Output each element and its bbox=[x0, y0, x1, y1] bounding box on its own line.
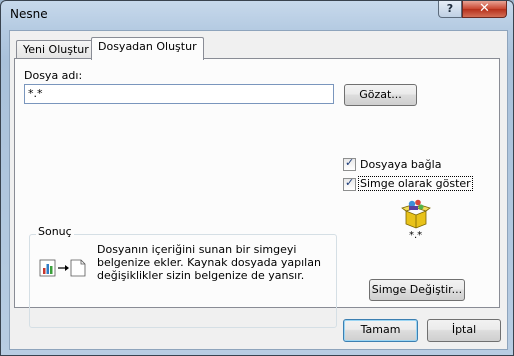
change-icon-button[interactable]: Simge Değiştir... bbox=[369, 279, 465, 301]
icon-caption: *.* bbox=[409, 230, 423, 241]
tab-create-from-file[interactable]: Dosyadan Oluştur bbox=[91, 37, 204, 60]
link-diagram-icon bbox=[39, 259, 86, 277]
filename-input[interactable]: *.* bbox=[24, 84, 334, 104]
display-as-icon-label[interactable]: Simge olarak göster bbox=[358, 176, 473, 191]
browse-button[interactable]: Gözat... bbox=[344, 84, 417, 106]
dialog-client-area: Yeni Oluştur Dosyadan Oluştur Dosya adı:… bbox=[9, 30, 508, 350]
result-description: Dosyanın içeriğini sunan bir simgeyi bel… bbox=[97, 243, 321, 282]
filename-label: Dosya adı: bbox=[24, 69, 83, 82]
result-title: Sonuç bbox=[36, 225, 74, 238]
display-as-icon-checkbox[interactable] bbox=[343, 176, 356, 191]
tab-create-new[interactable]: Yeni Oluştur bbox=[16, 40, 96, 60]
link-checkbox[interactable] bbox=[343, 156, 356, 171]
tab-panel: Dosya adı: *.* Gözat... Dosyaya bağla Si… bbox=[14, 58, 500, 328]
help-button[interactable]: ? bbox=[438, 1, 462, 18]
package-icon bbox=[401, 199, 431, 229]
title-bar[interactable]: Nesne bbox=[1, 1, 513, 29]
ok-button[interactable]: Tamam bbox=[343, 319, 418, 342]
close-button[interactable]: ✕ bbox=[462, 1, 507, 18]
cancel-button[interactable]: İptal bbox=[427, 319, 501, 342]
window-title: Nesne bbox=[10, 7, 48, 21]
object-dialog: Nesne ? ✕ Yeni Oluştur Dosyadan Oluştur … bbox=[0, 0, 514, 356]
link-checkbox-label[interactable]: Dosyaya bağla bbox=[360, 158, 441, 171]
